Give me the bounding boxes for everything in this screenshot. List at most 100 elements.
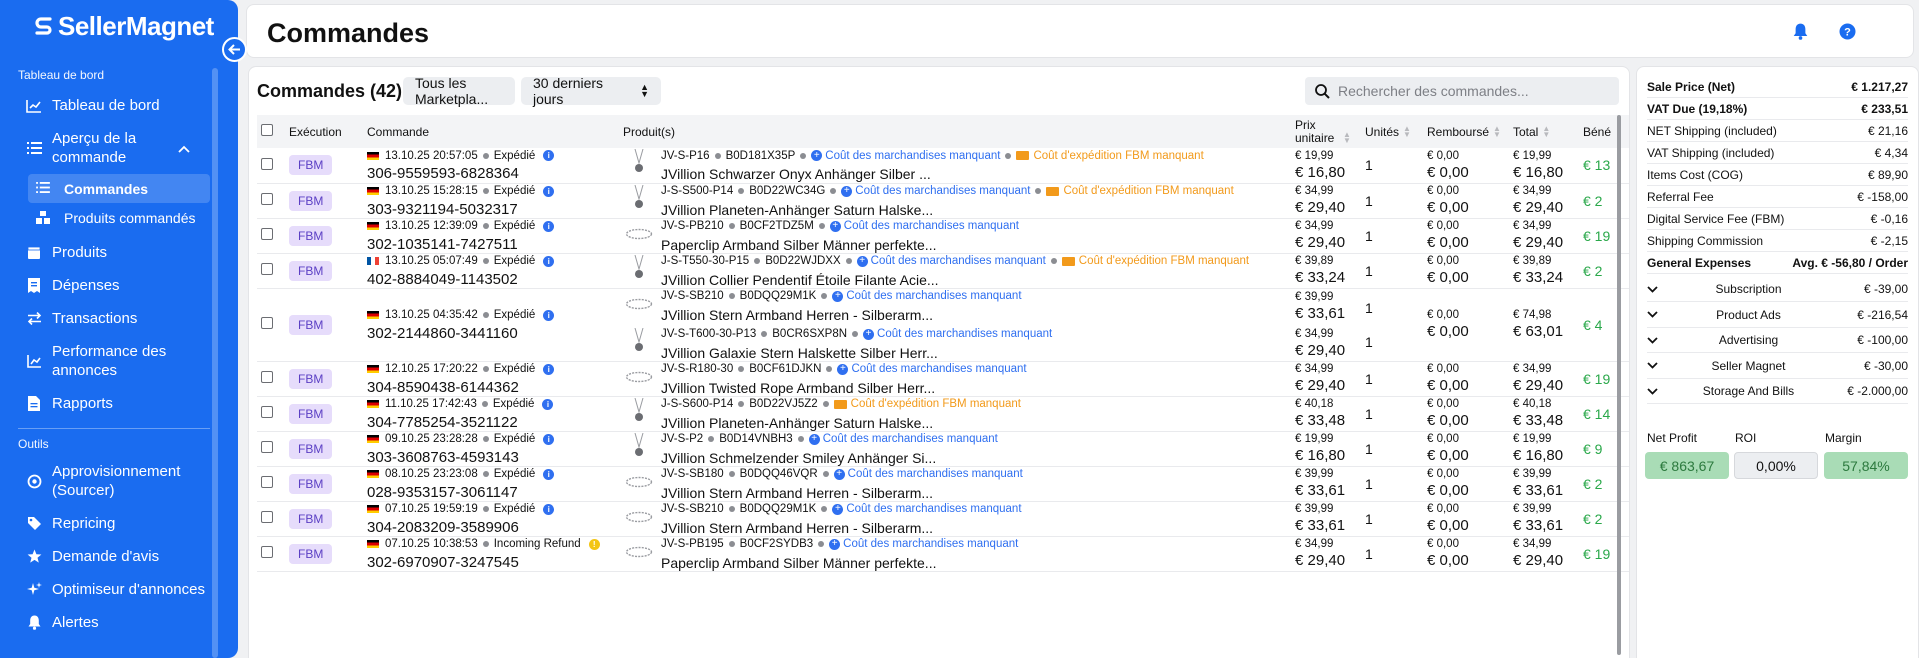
product-sku[interactable]: JV-S-SB180 [661, 468, 724, 480]
sidebar-item-alerts[interactable]: Alertes [0, 606, 238, 639]
product-sku[interactable]: J-S-S600-P14 [661, 398, 733, 410]
product-image[interactable] [623, 327, 655, 357]
expense-row[interactable]: Advertising € -100,00 [1647, 328, 1908, 353]
product-image[interactable] [623, 148, 655, 178]
product-image[interactable] [623, 254, 655, 284]
product-asin[interactable]: B0CF61DJKN [749, 363, 821, 375]
order-id[interactable]: 304-2083209-3589906 [367, 519, 615, 536]
table-row[interactable]: FBM 08.10.25 23:23:08 Expédié i 028-9353157-… [257, 466, 1629, 502]
order-id[interactable]: 306-9559593-6828364 [367, 165, 615, 182]
product-asin[interactable]: B0D22VJ5Z2 [749, 398, 817, 410]
order-id[interactable]: 302-6970907-3247545 [367, 554, 615, 571]
col-header-refunded[interactable]: Remboursé ▲ ▼ [1423, 115, 1509, 148]
row-checkbox[interactable] [261, 157, 273, 170]
product-sku[interactable]: JV-S-SB210 [661, 290, 724, 302]
table-scrollbar[interactable] [1617, 115, 1621, 655]
chevron-down-icon[interactable] [1647, 285, 1669, 293]
col-header-units[interactable]: Unités ▲ ▼ [1361, 115, 1423, 148]
table-row[interactable]: FBM 07.10.25 10:38:53 Incoming Refund! 302-… [257, 536, 1629, 572]
product-image[interactable] [623, 467, 655, 497]
order-id[interactable]: 303-9321194-5032317 [367, 201, 615, 218]
help-icon[interactable]: ? [1839, 23, 1857, 41]
order-id[interactable]: 028-9353157-3061147 [367, 484, 615, 501]
row-checkbox[interactable] [261, 228, 273, 240]
info-icon[interactable]: i [543, 433, 555, 445]
col-header-order[interactable]: Commande [363, 115, 619, 148]
product-asin[interactable]: B0CF2TDZ5M [740, 220, 814, 232]
row-checkbox[interactable] [261, 193, 273, 205]
product-title[interactable]: JVillion Stern Armband Herren - Silberar… [661, 307, 1022, 323]
missing-cost-link[interactable]: + Coût des marchandises manquant [829, 220, 1019, 232]
missing-shipping-link[interactable]: Coût d'expédition FBM manquant [1061, 255, 1249, 267]
missing-cost-link[interactable]: + Coût des marchandises manquant [841, 185, 1030, 197]
order-id[interactable]: 304-8590438-6144362 [367, 379, 615, 396]
missing-cost-link[interactable]: + Coût des marchandises manquant [837, 363, 1027, 375]
notification-bell-icon[interactable] [1793, 23, 1811, 41]
sidebar-item-expenses[interactable]: Dépenses [0, 269, 238, 302]
table-row[interactable]: FBM 13.10.25 12:39:09 Expédié i 302-1035141-… [257, 218, 1629, 254]
table-row[interactable]: FBM 13.10.25 15:28:15 Expédié i 303-9321194-… [257, 183, 1629, 219]
expense-row[interactable]: Seller Magnet € -30,00 [1647, 354, 1908, 379]
table-row[interactable]: FBM 11.10.25 17:42:43 Expédié i 304-7785254-… [257, 396, 1629, 432]
missing-cost-link[interactable]: + Coût des marchandises manquant [832, 503, 1022, 515]
missing-cost-link[interactable]: + Coût des marchandises manquant [863, 328, 1052, 340]
chevron-down-icon[interactable] [1647, 387, 1669, 395]
chevron-up-icon[interactable] [178, 140, 190, 157]
order-id[interactable]: 304-7785254-3521122 [367, 414, 615, 431]
chevron-down-icon[interactable] [1647, 311, 1669, 318]
sidebar-item-sourcer[interactable]: Approvisionnement (Sourcer) [0, 455, 238, 507]
product-image[interactable] [623, 397, 655, 427]
col-header-total[interactable]: Total ▲ ▼ [1509, 115, 1579, 148]
period-filter[interactable]: 30 derniers jours ▲ ▼ [521, 75, 661, 107]
sidebar-subitem-ordered-products[interactable]: Produits commandés [28, 203, 210, 232]
missing-cost-link[interactable]: + Coût des marchandises manquant [856, 255, 1046, 267]
col-header-unit-price[interactable]: Prix unitaire ▲ ▼ [1291, 115, 1361, 148]
product-title[interactable]: JVillion Galaxie Stern Halskette Silber … [661, 345, 1052, 361]
sidebar-item-dashboard[interactable]: Tableau de bord [0, 89, 238, 122]
info-icon[interactable]: i [543, 220, 555, 232]
row-checkbox[interactable] [261, 317, 273, 329]
missing-shipping-link[interactable]: Coût d'expédition FBM manquant [1016, 150, 1204, 162]
product-image[interactable] [623, 289, 655, 319]
col-header-products[interactable]: Produit(s) [619, 115, 1291, 148]
sidebar-item-reports[interactable]: Rapports [0, 387, 238, 420]
order-id[interactable]: 302-2144860-3441160 [367, 325, 615, 342]
row-checkbox[interactable] [261, 371, 273, 383]
product-title[interactable]: Paperclip Armband Silber Männer perfekte… [661, 237, 1019, 253]
row-checkbox[interactable] [261, 511, 273, 523]
order-id[interactable]: 302-1035141-7427511 [367, 236, 615, 253]
missing-cost-link[interactable]: + Coût des marchandises manquant [811, 150, 1000, 162]
missing-cost-link[interactable]: + Coût des marchandises manquant [833, 468, 1023, 480]
missing-shipping-link[interactable]: Coût d'expédition FBM manquant [1046, 185, 1234, 197]
chevron-down-icon[interactable] [1647, 362, 1669, 369]
product-title[interactable]: JVillion Planeten-Anhänger Saturn Halske… [661, 202, 1234, 218]
order-id[interactable]: 303-3608763-4593143 [367, 449, 615, 466]
info-icon[interactable]: i [543, 363, 555, 375]
product-asin[interactable]: B0CF2SYDB3 [740, 538, 814, 550]
product-asin[interactable]: B0DQQ29M1K [740, 503, 817, 515]
warning-icon[interactable]: ! [588, 538, 600, 550]
table-row[interactable]: FBM 09.10.25 23:28:28 Expédié i 303-3608763-… [257, 431, 1629, 467]
info-icon[interactable]: i [543, 309, 555, 321]
marketplace-filter[interactable]: Tous les Marketpla... [403, 75, 515, 107]
sidebar-item-listing-performance[interactable]: Performance des annonces [0, 335, 238, 387]
product-sku[interactable]: JV-S-SB210 [661, 503, 724, 515]
sidebar-item-products[interactable]: Produits [0, 236, 238, 269]
product-sku[interactable]: JV-S-PB210 [661, 220, 724, 232]
select-all-checkbox[interactable] [261, 124, 273, 136]
product-image[interactable] [623, 502, 655, 532]
product-asin[interactable]: B0DQQ29M1K [740, 290, 817, 302]
expense-row[interactable]: Product Ads € -216,54 [1647, 303, 1908, 328]
product-asin[interactable]: B0D22WC34G [749, 185, 825, 197]
sidebar-item-order-overview[interactable]: Aperçu de la commande [0, 122, 238, 174]
row-checkbox[interactable] [261, 263, 273, 275]
product-asin[interactable]: B0D181X35P [726, 150, 796, 162]
product-image[interactable] [623, 537, 655, 567]
collapse-sidebar-button[interactable] [222, 37, 247, 62]
product-image[interactable] [623, 362, 655, 392]
missing-cost-link[interactable]: + Coût des marchandises manquant [829, 538, 1018, 550]
row-checkbox[interactable] [261, 546, 273, 558]
table-row[interactable]: FBM 13.10.25 20:57:05 Expédié i 306-9559593-… [257, 148, 1629, 184]
product-title[interactable]: JVillion Twisted Rope Armband Silber Her… [661, 380, 1027, 396]
info-icon[interactable]: i [542, 398, 554, 410]
